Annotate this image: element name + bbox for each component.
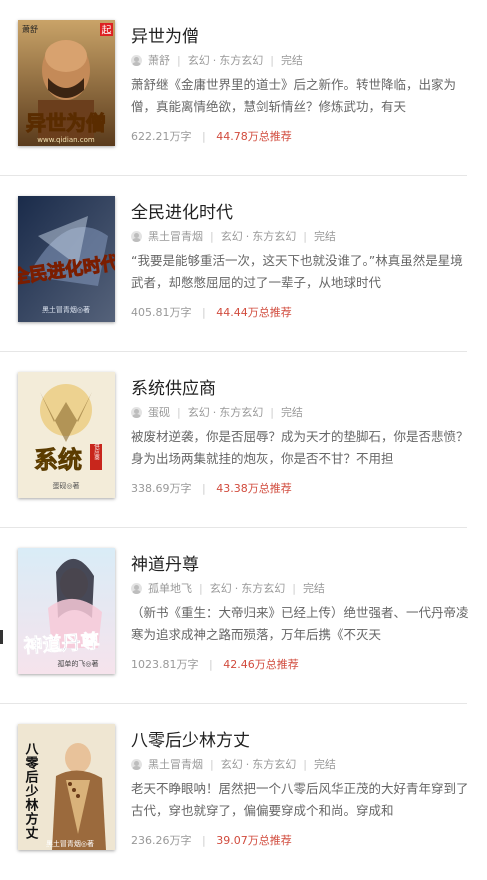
- book-meta: 蛋砚 | 玄幻 · 东方玄幻 | 完结: [131, 404, 303, 420]
- category-link[interactable]: 玄幻: [188, 52, 210, 68]
- author-avatar-icon: [131, 230, 142, 242]
- book-description: 萧舒继《金庸世界里的道士》后之新作。转世降临，出家为僧，真能离情绝欲，慧剑斩情丝…: [131, 77, 457, 114]
- book-item: 系统 供应商 蛋砚◎著 系统供应商 蛋砚 | 玄幻 · 东方玄幻 | 完结 被废…: [0, 352, 487, 528]
- book-title[interactable]: 八零后少林方丈: [131, 726, 250, 751]
- author-link[interactable]: 萧舒: [148, 52, 170, 68]
- book-description: 老天不睁眼呐！居然把一个八零后风华正茂的大好青年穿到了古代，穿也就穿了，偏偏要穿…: [131, 781, 469, 818]
- recommend-count: 44.44万总推荐: [216, 306, 292, 319]
- book-item: 全民进化时代 黑土冒青烟◎著 全民进化时代 黑土冒青烟 | 玄幻 · 东方玄幻 …: [0, 176, 487, 352]
- cover-author: 孤单的飞◎著: [57, 659, 98, 668]
- cover-title: 异世为僧: [26, 111, 106, 135]
- cover-url: www.qidian.com: [37, 136, 95, 144]
- book-item: 起 萧舒 异世为僧 www.qidian.com 异世为僧 萧舒 | 玄幻 · …: [0, 0, 487, 176]
- word-count: 1023.81万字: [131, 658, 199, 671]
- category-link[interactable]: 玄幻: [188, 404, 210, 420]
- book-meta: 孤单地飞 | 玄幻 · 东方玄幻 | 完结: [131, 580, 325, 596]
- recommend-count: 39.07万总推荐: [216, 834, 292, 847]
- status-label: 完结: [280, 54, 303, 67]
- book-stats: 405.81万字 | 44.44万总推荐: [131, 306, 292, 319]
- book-meta: 黑土冒青烟 | 玄幻 · 东方玄幻 | 完结: [131, 228, 336, 244]
- author-link[interactable]: 蛋砚: [148, 404, 170, 420]
- author-avatar-icon: [131, 54, 142, 66]
- cover-title: 系统: [34, 445, 82, 474]
- cover-author: 黑土冒青烟◎著: [46, 839, 94, 848]
- book-description: （新书《重生：大帝归来》已经上传）绝世强者、一代丹帝凌寒为追求成神之路而殒落，万…: [131, 605, 469, 642]
- category-link[interactable]: 玄幻: [221, 756, 243, 772]
- book-title[interactable]: 系统供应商: [131, 374, 216, 399]
- subcategory-link[interactable]: 东方玄幻: [219, 404, 263, 420]
- book-cover[interactable]: 全民进化时代 黑土冒青烟◎著: [18, 196, 115, 322]
- book-meta: 黑土冒青烟 | 玄幻 · 东方玄幻 | 完结: [131, 756, 336, 772]
- book-cover[interactable]: 神道丹尊 孤单的飞◎著: [18, 548, 115, 674]
- book-stats: 1023.81万字 | 42.46万总推荐: [131, 658, 299, 671]
- scroll-edge-mark: [0, 630, 3, 644]
- cover-author: 蛋砚◎著: [52, 481, 79, 490]
- subcategory-link[interactable]: 东方玄幻: [241, 580, 285, 596]
- author-avatar-icon: [131, 582, 142, 594]
- word-count: 236.26万字: [131, 834, 192, 847]
- author-link[interactable]: 黑土冒青烟: [148, 228, 203, 244]
- category-link[interactable]: 玄幻: [221, 228, 243, 244]
- book-cover[interactable]: 八零后少林方丈 黑土冒青烟◎著: [18, 724, 115, 850]
- cover-subtitle: 供应商: [93, 443, 100, 462]
- cover-title: 八零后少林方丈: [23, 742, 40, 840]
- book-item: 八零后少林方丈 黑土冒青烟◎著 八零后少林方丈 黑土冒青烟 | 玄幻 · 东方玄…: [0, 704, 487, 880]
- book-cover[interactable]: 系统 供应商 蛋砚◎著: [18, 372, 115, 498]
- book-cover[interactable]: 起 萧舒 异世为僧 www.qidian.com: [18, 20, 115, 146]
- word-count: 338.69万字: [131, 482, 192, 495]
- book-description: “我要是能够重活一次，这天下也就没谁了。”林真虽然是星境武者，却憋憋屈屈的过了一…: [131, 253, 463, 290]
- author-link[interactable]: 孤单地飞: [148, 580, 192, 596]
- subcategory-link[interactable]: 东方玄幻: [219, 52, 263, 68]
- book-description: 被废材逆袭，你是否屈辱？成为天才的垫脚石，你是否悲愤？身为出场两集就挂的炮灰，你…: [131, 429, 469, 466]
- status-label: 完结: [313, 230, 336, 243]
- subcategory-link[interactable]: 东方玄幻: [252, 228, 296, 244]
- status-label: 完结: [313, 758, 336, 771]
- cover-author: 萧舒: [22, 24, 38, 34]
- book-stats: 236.26万字 | 39.07万总推荐: [131, 834, 292, 847]
- subcategory-link[interactable]: 东方玄幻: [252, 756, 296, 772]
- recommend-count: 44.78万总推荐: [216, 130, 292, 143]
- book-meta: 萧舒 | 玄幻 · 东方玄幻 | 完结: [131, 52, 303, 68]
- author-link[interactable]: 黑土冒青烟: [148, 756, 203, 772]
- status-label: 完结: [302, 582, 325, 595]
- cover-badge: 起: [102, 25, 112, 37]
- author-avatar-icon: [131, 758, 142, 770]
- category-link[interactable]: 玄幻: [210, 580, 232, 596]
- recommend-count: 42.46万总推荐: [223, 658, 299, 671]
- book-title[interactable]: 神道丹尊: [131, 550, 199, 575]
- cover-author: 黑土冒青烟◎著: [42, 305, 90, 314]
- author-avatar-icon: [131, 406, 142, 418]
- book-title[interactable]: 异世为僧: [131, 22, 199, 47]
- book-stats: 622.21万字 | 44.78万总推荐: [131, 130, 292, 143]
- recommend-count: 43.38万总推荐: [216, 482, 292, 495]
- book-stats: 338.69万字 | 43.38万总推荐: [131, 482, 292, 495]
- status-label: 完结: [280, 406, 303, 419]
- word-count: 405.81万字: [131, 306, 192, 319]
- word-count: 622.21万字: [131, 130, 192, 143]
- book-item: 神道丹尊 孤单的飞◎著 神道丹尊 孤单地飞 | 玄幻 · 东方玄幻 | 完结 （…: [0, 528, 487, 704]
- book-title[interactable]: 全民进化时代: [131, 198, 233, 223]
